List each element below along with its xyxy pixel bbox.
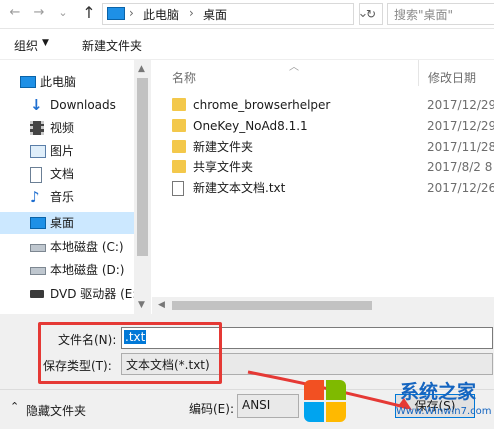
sidebar-item-drive-c[interactable]: 本地磁盘 (C:) bbox=[0, 236, 134, 258]
scrollbar-thumb[interactable] bbox=[172, 301, 372, 310]
scroll-left-icon[interactable]: ◀ bbox=[158, 300, 165, 310]
file-date: 2017/8/2 8 bbox=[427, 160, 493, 174]
file-row[interactable]: OneKey_NoAd8.1.1 2017/12/29 bbox=[155, 116, 494, 136]
sidebar-item-label: 桌面 bbox=[50, 216, 75, 230]
file-row[interactable]: 共享文件夹 2017/8/2 8 bbox=[155, 157, 494, 177]
address-bar[interactable]: › 此电脑 › 桌面 bbox=[102, 3, 354, 25]
file-name: 新建文件夹 bbox=[193, 140, 254, 154]
drive-icon bbox=[30, 267, 46, 275]
encoding-label: 编码(E): bbox=[189, 402, 234, 416]
column-header-name[interactable]: 名称 bbox=[172, 69, 196, 86]
sidebar-scrollbar[interactable]: ▲ ▼ bbox=[134, 60, 151, 314]
column-header-date[interactable]: 修改日期 bbox=[428, 69, 476, 86]
address-toolbar: ← → ⌄ ↑ › 此电脑 › 桌面 ⌄ ↻ 搜索"桌面" bbox=[0, 0, 494, 29]
this-pc-icon bbox=[107, 7, 125, 20]
pictures-icon bbox=[30, 145, 46, 158]
sidebar-item-label: 视频 bbox=[50, 121, 75, 135]
sidebar-item-label: Downloads bbox=[50, 98, 116, 112]
file-name: chrome_browserhelper bbox=[193, 98, 331, 112]
sidebar-item-label: 图片 bbox=[50, 144, 75, 158]
download-icon: ↓ bbox=[30, 96, 43, 114]
folder-icon bbox=[172, 98, 186, 111]
refresh-button[interactable]: ↻ bbox=[359, 3, 383, 25]
command-bar: 组织 ▼ 新建文件夹 bbox=[0, 29, 494, 60]
windows-logo-icon bbox=[304, 380, 348, 424]
breadcrumb-this-pc[interactable]: 此电脑 bbox=[143, 6, 179, 23]
column-divider[interactable] bbox=[418, 60, 419, 86]
organize-dropdown-icon[interactable]: ▼ bbox=[42, 38, 49, 48]
desktop-icon bbox=[30, 217, 46, 229]
sidebar-item-videos[interactable]: 视频 bbox=[0, 117, 134, 139]
text-file-icon bbox=[172, 181, 184, 196]
up-button[interactable]: ↑ bbox=[80, 4, 98, 22]
file-date: 2017/12/26 bbox=[427, 181, 494, 195]
scrollbar-thumb[interactable] bbox=[137, 78, 148, 256]
hide-folders-icon[interactable]: ⌃ bbox=[10, 400, 19, 413]
sidebar-item-label: 本地磁盘 (C:) bbox=[50, 240, 124, 254]
file-name: 新建文本文档.txt bbox=[193, 181, 286, 195]
highlight-box bbox=[38, 322, 222, 384]
hide-folders-button[interactable]: 隐藏文件夹 bbox=[26, 402, 86, 419]
new-folder-button[interactable]: 新建文件夹 bbox=[82, 37, 142, 54]
sort-ascending-icon: ︿ bbox=[289, 62, 299, 73]
file-name: OneKey_NoAd8.1.1 bbox=[193, 119, 308, 133]
file-name: 共享文件夹 bbox=[193, 160, 254, 174]
computer-icon bbox=[20, 76, 36, 88]
sidebar-item-drive-d[interactable]: 本地磁盘 (D:) bbox=[0, 259, 134, 281]
recent-locations-button[interactable]: ⌄ bbox=[54, 4, 72, 22]
drive-icon bbox=[30, 244, 46, 252]
horizontal-scrollbar[interactable]: ◀ bbox=[152, 297, 494, 314]
breadcrumb-separator-icon: › bbox=[129, 6, 134, 20]
sidebar-item-desktop[interactable]: 桌面 bbox=[0, 212, 134, 234]
folder-icon bbox=[172, 140, 186, 153]
sidebar-item-music[interactable]: ♪ 音乐 bbox=[0, 186, 134, 208]
breadcrumb-desktop[interactable]: 桌面 bbox=[203, 6, 227, 23]
documents-icon bbox=[30, 167, 42, 183]
navigation-pane: 此电脑 ↓ Downloads 视频 图片 文档 ♪ 音乐 桌面 本地磁盘 (C… bbox=[0, 60, 152, 315]
scroll-up-icon[interactable]: ▲ bbox=[138, 64, 145, 74]
sidebar-item-this-pc[interactable]: 此电脑 bbox=[0, 71, 134, 93]
organize-button[interactable]: 组织 bbox=[14, 37, 38, 54]
back-button[interactable]: ← bbox=[6, 4, 24, 22]
video-icon bbox=[30, 121, 44, 135]
search-input[interactable]: 搜索"桌面" bbox=[387, 3, 494, 25]
shared-folder-icon bbox=[172, 160, 186, 173]
file-row[interactable]: 新建文件夹 2017/11/28 bbox=[155, 137, 494, 157]
dvd-drive-icon bbox=[30, 290, 44, 298]
sidebar-item-dvd-drive[interactable]: DVD 驱动器 (E:) bbox=[0, 283, 141, 305]
forward-button[interactable]: → bbox=[30, 4, 48, 22]
sidebar-item-label: DVD 驱动器 (E:) bbox=[50, 287, 142, 301]
search-placeholder: 搜索"桌面" bbox=[394, 8, 454, 22]
sidebar-item-documents[interactable]: 文档 bbox=[0, 163, 134, 185]
sidebar-item-pictures[interactable]: 图片 bbox=[0, 140, 134, 162]
file-date: 2017/11/28 bbox=[427, 140, 494, 154]
folder-icon bbox=[172, 119, 186, 132]
sidebar-item-label: 此电脑 bbox=[40, 75, 77, 89]
watermark-text: 系统之家 bbox=[400, 381, 477, 403]
sidebar-item-label: 文档 bbox=[50, 167, 75, 181]
sidebar-item-downloads[interactable]: ↓ Downloads bbox=[0, 94, 134, 116]
music-icon: ♪ bbox=[30, 188, 40, 206]
sidebar-item-label: 音乐 bbox=[50, 190, 75, 204]
watermark-url: Www.Winwin7.com bbox=[396, 406, 492, 417]
sidebar-item-label: 本地磁盘 (D:) bbox=[50, 263, 125, 277]
watermark-logo: 系统之家 Www.Winwin7.com bbox=[300, 372, 494, 429]
file-row[interactable]: 新建文本文档.txt 2017/12/26 bbox=[155, 178, 494, 198]
breadcrumb-separator-icon: › bbox=[189, 6, 194, 20]
file-row[interactable]: chrome_browserhelper 2017/12/29 bbox=[155, 95, 494, 115]
scroll-down-icon[interactable]: ▼ bbox=[138, 300, 145, 310]
file-date: 2017/12/29 bbox=[427, 98, 494, 112]
file-date: 2017/12/29 bbox=[427, 119, 494, 133]
